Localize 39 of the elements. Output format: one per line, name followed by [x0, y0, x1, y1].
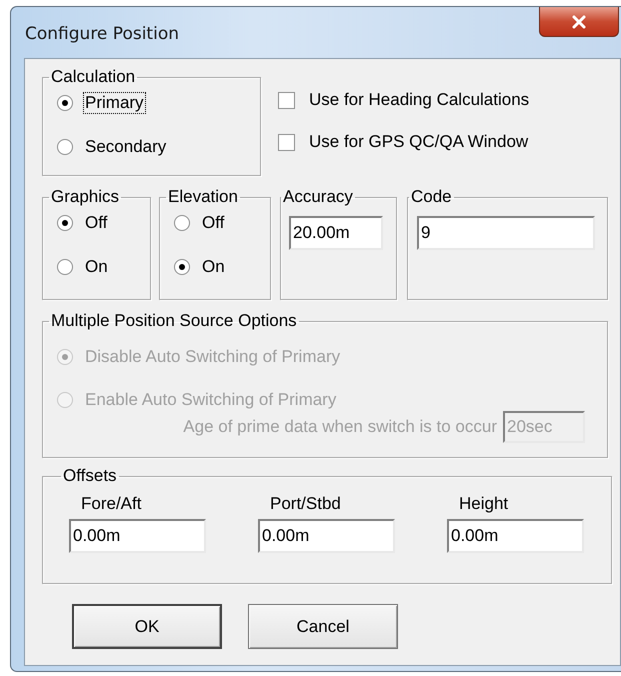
close-icon [571, 14, 587, 28]
checkbox[interactable] [278, 92, 295, 108]
radio-button[interactable] [174, 214, 190, 230]
group-title: Graphics [50, 187, 120, 207]
checkbox[interactable] [278, 134, 295, 150]
radio-label: On [201, 256, 226, 278]
text-field[interactable]: 0.00m [447, 519, 584, 553]
radio-label: Off [84, 212, 108, 234]
close-button[interactable] [539, 7, 619, 37]
radio-button[interactable] [57, 138, 73, 154]
text-field[interactable]: 9 [417, 216, 595, 250]
radio-button[interactable] [174, 258, 190, 274]
radio-label: Enable Auto Switching of Primary [84, 388, 338, 410]
checkbox-label: Use for GPS QC/QA Window [309, 132, 528, 152]
radio-button[interactable] [57, 258, 73, 274]
text-field[interactable]: 20.00m [289, 216, 383, 250]
dialog-button[interactable]: Cancel [248, 604, 398, 649]
text-field[interactable]: 0.00m [258, 519, 395, 553]
checkbox-label: Use for Heading Calculations [309, 90, 530, 110]
window-title: Configure Position [25, 24, 179, 44]
radio-label: On [84, 256, 109, 278]
field-label: Fore/Aft [80, 494, 142, 514]
radio-label: Disable Auto Switching of Primary [84, 346, 342, 368]
radio-label: Secondary [84, 136, 168, 158]
group-title: Accuracy [282, 187, 354, 207]
group-title: Calculation [50, 67, 136, 87]
dialog-button[interactable]: OK [72, 604, 222, 649]
group-title: Offsets [62, 466, 118, 486]
text-field[interactable]: 0.00m [69, 519, 206, 553]
group-title: Elevation [167, 187, 239, 207]
group-title: Code [410, 187, 453, 207]
radio-label: Primary [83, 92, 146, 114]
group-title: Multiple Position Source Options [50, 311, 298, 331]
field-label: Port/Stbd [269, 494, 342, 514]
field-label: Age of prime data when switch is to occur [183, 417, 497, 437]
radio-button[interactable] [57, 94, 73, 110]
field-label: Height [458, 494, 510, 514]
radio-button[interactable] [57, 214, 73, 230]
radio-label: Off [201, 212, 226, 234]
